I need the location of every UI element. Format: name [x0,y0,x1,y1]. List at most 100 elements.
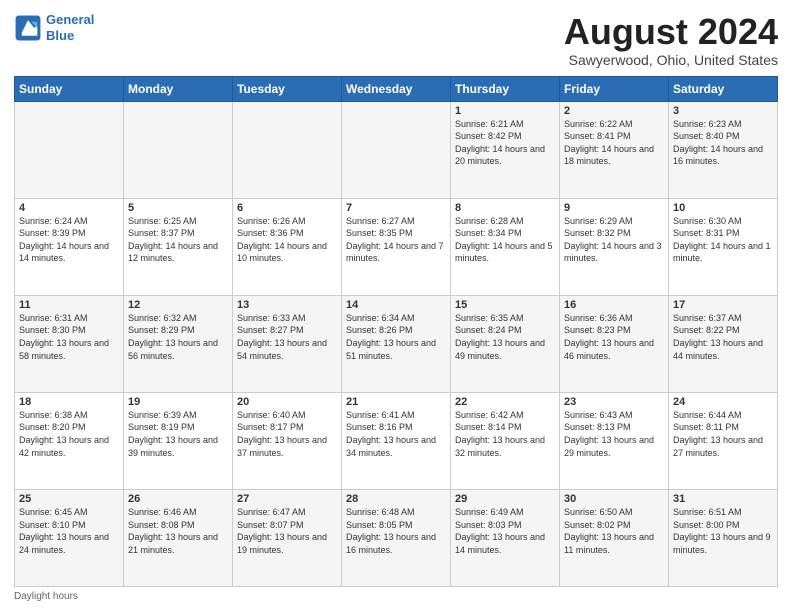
day-number: 27 [237,493,337,505]
day-info: Sunrise: 6:37 AMSunset: 8:22 PMDaylight:… [673,312,773,362]
day-number: 30 [564,493,664,505]
col-sunday: Sunday [15,76,124,101]
day-number: 29 [455,493,555,505]
day-info: Sunrise: 6:23 AMSunset: 8:40 PMDaylight:… [673,118,773,168]
table-row: 15Sunrise: 6:35 AMSunset: 8:24 PMDayligh… [451,295,560,392]
day-number: 28 [346,493,446,505]
day-info: Sunrise: 6:33 AMSunset: 8:27 PMDaylight:… [237,312,337,362]
table-row: 13Sunrise: 6:33 AMSunset: 8:27 PMDayligh… [233,295,342,392]
day-number: 13 [237,299,337,311]
table-row: 7Sunrise: 6:27 AMSunset: 8:35 PMDaylight… [342,198,451,295]
day-info: Sunrise: 6:32 AMSunset: 8:29 PMDaylight:… [128,312,228,362]
day-info: Sunrise: 6:45 AMSunset: 8:10 PMDaylight:… [19,506,119,556]
table-row: 14Sunrise: 6:34 AMSunset: 8:26 PMDayligh… [342,295,451,392]
col-friday: Friday [560,76,669,101]
day-number: 7 [346,202,446,214]
day-info: Sunrise: 6:36 AMSunset: 8:23 PMDaylight:… [564,312,664,362]
table-row: 10Sunrise: 6:30 AMSunset: 8:31 PMDayligh… [669,198,778,295]
day-info: Sunrise: 6:30 AMSunset: 8:31 PMDaylight:… [673,215,773,265]
table-row: 22Sunrise: 6:42 AMSunset: 8:14 PMDayligh… [451,392,560,489]
day-number: 31 [673,493,773,505]
day-info: Sunrise: 6:50 AMSunset: 8:02 PMDaylight:… [564,506,664,556]
day-info: Sunrise: 6:24 AMSunset: 8:39 PMDaylight:… [19,215,119,265]
day-info: Sunrise: 6:40 AMSunset: 8:17 PMDaylight:… [237,409,337,459]
title-block: August 2024 Sawyerwood, Ohio, United Sta… [564,12,778,68]
table-row: 23Sunrise: 6:43 AMSunset: 8:13 PMDayligh… [560,392,669,489]
day-number: 23 [564,396,664,408]
table-row: 29Sunrise: 6:49 AMSunset: 8:03 PMDayligh… [451,489,560,586]
logo: General Blue [14,12,94,43]
footer-note: Daylight hours [14,591,778,602]
day-number: 17 [673,299,773,311]
table-row: 28Sunrise: 6:48 AMSunset: 8:05 PMDayligh… [342,489,451,586]
day-info: Sunrise: 6:31 AMSunset: 8:30 PMDaylight:… [19,312,119,362]
table-row: 6Sunrise: 6:26 AMSunset: 8:36 PMDaylight… [233,198,342,295]
table-row: 30Sunrise: 6:50 AMSunset: 8:02 PMDayligh… [560,489,669,586]
day-info: Sunrise: 6:27 AMSunset: 8:35 PMDaylight:… [346,215,446,265]
day-number: 8 [455,202,555,214]
day-info: Sunrise: 6:34 AMSunset: 8:26 PMDaylight:… [346,312,446,362]
day-number: 21 [346,396,446,408]
page: General Blue August 2024 Sawyerwood, Ohi… [0,0,792,612]
day-number: 16 [564,299,664,311]
day-number: 26 [128,493,228,505]
logo-icon [14,14,42,42]
table-row [233,101,342,198]
table-row: 2Sunrise: 6:22 AMSunset: 8:41 PMDaylight… [560,101,669,198]
day-number: 25 [19,493,119,505]
day-info: Sunrise: 6:47 AMSunset: 8:07 PMDaylight:… [237,506,337,556]
header: General Blue August 2024 Sawyerwood, Ohi… [14,12,778,68]
logo-text: General Blue [46,12,94,43]
table-row: 3Sunrise: 6:23 AMSunset: 8:40 PMDaylight… [669,101,778,198]
table-row [124,101,233,198]
location-title: Sawyerwood, Ohio, United States [564,52,778,68]
table-row: 19Sunrise: 6:39 AMSunset: 8:19 PMDayligh… [124,392,233,489]
day-number: 3 [673,105,773,117]
col-tuesday: Tuesday [233,76,342,101]
day-info: Sunrise: 6:29 AMSunset: 8:32 PMDaylight:… [564,215,664,265]
day-info: Sunrise: 6:51 AMSunset: 8:00 PMDaylight:… [673,506,773,556]
table-row: 21Sunrise: 6:41 AMSunset: 8:16 PMDayligh… [342,392,451,489]
day-number: 24 [673,396,773,408]
day-number: 4 [19,202,119,214]
day-info: Sunrise: 6:49 AMSunset: 8:03 PMDaylight:… [455,506,555,556]
day-number: 20 [237,396,337,408]
day-info: Sunrise: 6:43 AMSunset: 8:13 PMDaylight:… [564,409,664,459]
table-row: 18Sunrise: 6:38 AMSunset: 8:20 PMDayligh… [15,392,124,489]
day-info: Sunrise: 6:35 AMSunset: 8:24 PMDaylight:… [455,312,555,362]
day-info: Sunrise: 6:25 AMSunset: 8:37 PMDaylight:… [128,215,228,265]
day-info: Sunrise: 6:46 AMSunset: 8:08 PMDaylight:… [128,506,228,556]
day-number: 19 [128,396,228,408]
table-row [15,101,124,198]
day-number: 10 [673,202,773,214]
day-info: Sunrise: 6:39 AMSunset: 8:19 PMDaylight:… [128,409,228,459]
day-info: Sunrise: 6:48 AMSunset: 8:05 PMDaylight:… [346,506,446,556]
day-number: 11 [19,299,119,311]
col-saturday: Saturday [669,76,778,101]
table-row: 26Sunrise: 6:46 AMSunset: 8:08 PMDayligh… [124,489,233,586]
day-info: Sunrise: 6:41 AMSunset: 8:16 PMDaylight:… [346,409,446,459]
calendar-body: 1Sunrise: 6:21 AMSunset: 8:42 PMDaylight… [15,101,778,586]
table-row: 9Sunrise: 6:29 AMSunset: 8:32 PMDaylight… [560,198,669,295]
day-number: 6 [237,202,337,214]
day-number: 14 [346,299,446,311]
day-info: Sunrise: 6:28 AMSunset: 8:34 PMDaylight:… [455,215,555,265]
day-number: 2 [564,105,664,117]
table-row: 16Sunrise: 6:36 AMSunset: 8:23 PMDayligh… [560,295,669,392]
day-number: 12 [128,299,228,311]
table-row: 27Sunrise: 6:47 AMSunset: 8:07 PMDayligh… [233,489,342,586]
col-monday: Monday [124,76,233,101]
month-title: August 2024 [564,12,778,52]
day-info: Sunrise: 6:44 AMSunset: 8:11 PMDaylight:… [673,409,773,459]
table-row: 24Sunrise: 6:44 AMSunset: 8:11 PMDayligh… [669,392,778,489]
table-row: 1Sunrise: 6:21 AMSunset: 8:42 PMDaylight… [451,101,560,198]
day-info: Sunrise: 6:26 AMSunset: 8:36 PMDaylight:… [237,215,337,265]
logo-line2: Blue [46,28,74,43]
col-thursday: Thursday [451,76,560,101]
day-info: Sunrise: 6:38 AMSunset: 8:20 PMDaylight:… [19,409,119,459]
day-number: 18 [19,396,119,408]
day-number: 9 [564,202,664,214]
table-row [342,101,451,198]
logo-line1: General [46,12,94,27]
calendar-header: Sunday Monday Tuesday Wednesday Thursday… [15,76,778,101]
